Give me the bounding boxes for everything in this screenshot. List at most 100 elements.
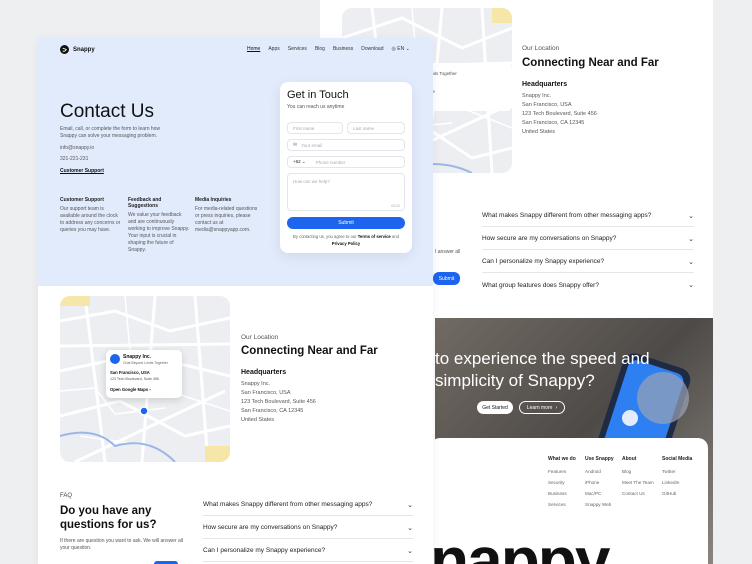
front-page: Snappy Home Apps Services Blog Business … bbox=[38, 38, 433, 564]
footer-link[interactable]: GitHub bbox=[662, 488, 692, 499]
footer-link[interactable]: Twitter bbox=[662, 466, 692, 477]
footer-link[interactable]: LinkedIn bbox=[662, 477, 692, 488]
nav-business[interactable]: Business bbox=[333, 46, 353, 52]
footer: What we do Features Security Business Se… bbox=[430, 438, 708, 564]
footer-link[interactable]: Contact Us bbox=[622, 488, 654, 499]
form-subtitle: You can reach us anytime bbox=[287, 104, 345, 110]
map-card-city: San Francisco, USA bbox=[110, 370, 150, 375]
country-code-select[interactable]: +62 ⌄ bbox=[293, 159, 306, 165]
page-title: Contact Us bbox=[60, 101, 154, 122]
info-column: Feedback and Suggestions We value your f… bbox=[128, 197, 190, 253]
map-card-fragment: mits Together bbox=[430, 71, 457, 76]
footer-link[interactable]: Security bbox=[548, 477, 576, 488]
location-title: Connecting Near and Far bbox=[241, 345, 378, 357]
faq-title: Do you have any questions for us? bbox=[60, 505, 157, 531]
main-nav: Home Apps Services Blog Business Downloa… bbox=[247, 46, 410, 52]
headquarters-title: Headquarters bbox=[241, 369, 287, 376]
last-name-field[interactable]: Last name bbox=[347, 122, 405, 134]
submit-button[interactable]: Submit bbox=[287, 217, 405, 229]
chevron-down-icon: ⌄ bbox=[688, 258, 694, 266]
footer-link[interactable]: Features bbox=[548, 466, 576, 477]
contact-phone[interactable]: 321-221-231 bbox=[60, 156, 88, 163]
terms-note: By contacting us, you agree to our Terms… bbox=[293, 234, 399, 246]
headquarters-title: Headquarters bbox=[522, 81, 568, 88]
arrow-right-icon: › bbox=[555, 404, 558, 411]
faq-item[interactable]: How secure are my conversations on Snapp… bbox=[203, 517, 413, 539]
faq-label: FAQ bbox=[60, 493, 73, 499]
location-title: Connecting Near and Far bbox=[522, 57, 659, 69]
address-block: Snappy Inc. San Francisco, USA 123 Tech … bbox=[522, 93, 597, 135]
map-card-address: 123 Tech Boulevard, Suite 456 bbox=[110, 377, 159, 381]
chevron-down-icon: ⌄ bbox=[407, 501, 413, 509]
faq-item[interactable]: What group features does Snappy offer? ⌄ bbox=[482, 274, 694, 296]
location-label: Our Location bbox=[522, 45, 560, 52]
nav-blog[interactable]: Blog bbox=[315, 46, 325, 52]
intro-text: Email, call, or complete the form to lea… bbox=[60, 126, 161, 139]
info-column: Customer Support Our support team is ava… bbox=[60, 197, 121, 233]
address-block: Snappy Inc. San Francisco, USA 123 Tech … bbox=[241, 381, 316, 423]
hero-section: Snappy Home Apps Services Blog Business … bbox=[38, 38, 433, 286]
cta-headline: to experience the speed and simplicity o… bbox=[435, 349, 650, 390]
chevron-down-icon: ⌄ bbox=[688, 235, 694, 243]
faq-item[interactable]: What makes Snappy different from other m… bbox=[203, 494, 413, 516]
message-field[interactable]: How can we help? bbox=[287, 173, 405, 211]
customer-support-link[interactable]: Customer Support bbox=[60, 168, 104, 175]
footer-link[interactable]: Business bbox=[548, 488, 576, 499]
chevron-down-icon: ⌄ bbox=[407, 524, 413, 532]
faq-item[interactable]: How secure are my conversations on Snapp… bbox=[482, 228, 694, 250]
brand-name: Snappy bbox=[73, 46, 95, 53]
location-label: Our Location bbox=[241, 334, 279, 341]
nav-home[interactable]: Home bbox=[247, 46, 260, 52]
snappy-logo-icon bbox=[110, 354, 120, 364]
first-name-field[interactable]: First name bbox=[287, 122, 343, 134]
footer-column: About Blog Meet The Team Contact Us bbox=[622, 456, 654, 499]
language-selector[interactable]: ◎ EN ⌄ bbox=[392, 46, 410, 52]
footer-link[interactable]: Blog bbox=[622, 466, 654, 477]
footer-link[interactable]: Mac/PC bbox=[585, 488, 614, 499]
contact-form: Get in Touch You can reach us anytime Fi… bbox=[280, 82, 412, 253]
mail-icon: ✉ bbox=[293, 142, 298, 148]
email-field[interactable]: ✉ Your email bbox=[287, 139, 405, 151]
info-column: Media Inquiries For media-related questi… bbox=[195, 197, 258, 233]
location-map[interactable]: Snappy Inc. Chat Beyond Limits Together … bbox=[60, 296, 230, 462]
contact-email[interactable]: info@snappy.io bbox=[60, 145, 94, 152]
get-started-button[interactable]: Get Started bbox=[477, 401, 513, 414]
chevron-down-icon: ⌄ bbox=[688, 212, 694, 220]
footer-wordmark: nappy bbox=[430, 524, 610, 564]
faq-text: If there are question you want to ask. W… bbox=[60, 538, 184, 551]
footer-link[interactable]: iPhone bbox=[585, 477, 614, 488]
phone-field[interactable]: +62 ⌄ Phone number bbox=[287, 156, 405, 168]
snappy-logo-icon bbox=[60, 45, 69, 54]
faq-item[interactable]: Can I personalize my Snappy experience? ⌄ bbox=[203, 540, 413, 562]
chevron-down-icon: ⌄ bbox=[301, 159, 306, 164]
open-google-maps-link[interactable]: Open Google Maps › bbox=[110, 387, 151, 392]
chevron-down-icon: ⌄ bbox=[405, 46, 410, 52]
nav-download[interactable]: Download bbox=[361, 46, 383, 52]
terms-link[interactable]: Terms of service bbox=[358, 234, 391, 239]
chevron-down-icon: ⌄ bbox=[688, 282, 694, 289]
faq-item[interactable]: What makes Snappy different from other m… bbox=[482, 205, 694, 227]
footer-link[interactable]: Meet The Team bbox=[622, 477, 654, 488]
submit-button[interactable]: Submit bbox=[433, 272, 460, 285]
map-info-card: mits Together ite bbox=[422, 63, 512, 111]
faq-text-fragment: I answer all bbox=[435, 249, 461, 255]
faq-item[interactable]: Can I personalize my Snappy experience? ⌄ bbox=[482, 251, 694, 273]
map-info-card: Snappy Inc. Chat Beyond Limits Together … bbox=[106, 350, 182, 398]
arrow-right-icon: › bbox=[149, 387, 151, 392]
form-title: Get in Touch bbox=[287, 89, 349, 101]
nav-apps[interactable]: Apps bbox=[268, 46, 279, 52]
chevron-down-icon: ⌄ bbox=[407, 547, 413, 555]
nav-services[interactable]: Services bbox=[288, 46, 307, 52]
footer-column: What we do Features Security Business Se… bbox=[548, 456, 576, 510]
footer-column: Social Media Twitter LinkedIn GitHub bbox=[662, 456, 692, 499]
footer-link[interactable]: Snappy Web bbox=[585, 499, 614, 510]
learn-more-button[interactable]: Learn more › bbox=[519, 401, 565, 414]
map-card-name: Snappy Inc. bbox=[123, 354, 152, 360]
brand-logo[interactable]: Snappy bbox=[60, 45, 95, 54]
footer-column: Use Snappy Android iPhone Mac/PC Snappy … bbox=[585, 456, 614, 510]
map-card-tagline: Chat Beyond Limits Together bbox=[123, 361, 168, 365]
privacy-link[interactable]: Privacy Policy bbox=[332, 241, 360, 246]
globe-icon: ◎ bbox=[391, 46, 396, 52]
footer-link[interactable]: Services bbox=[548, 499, 576, 510]
footer-link[interactable]: Android bbox=[585, 466, 614, 477]
